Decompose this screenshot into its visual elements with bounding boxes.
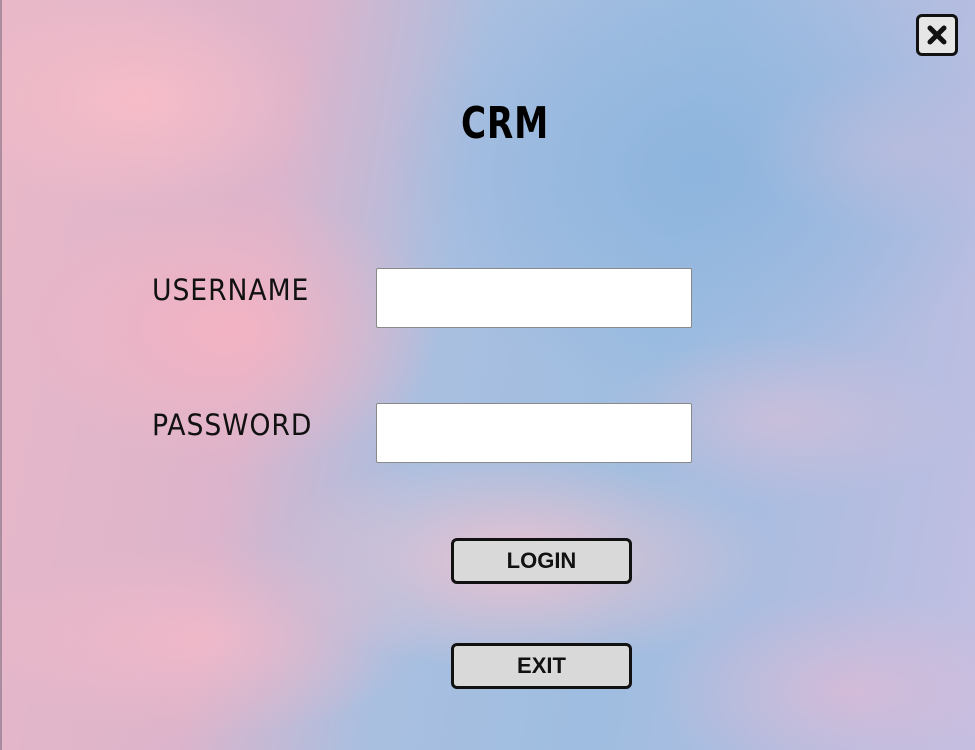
app-title: CRM [460,98,550,149]
password-field[interactable] [376,403,692,463]
close-icon [926,24,948,46]
login-window: CRM USERNAME PASSWORD LOGIN EXIT [0,0,975,750]
username-label: USERNAME [152,273,310,307]
window-edge [0,0,2,750]
close-button[interactable] [916,14,958,56]
password-label: PASSWORD [152,408,313,442]
username-field[interactable] [376,268,692,328]
login-button[interactable]: LOGIN [451,538,632,584]
exit-button[interactable]: EXIT [451,643,632,689]
